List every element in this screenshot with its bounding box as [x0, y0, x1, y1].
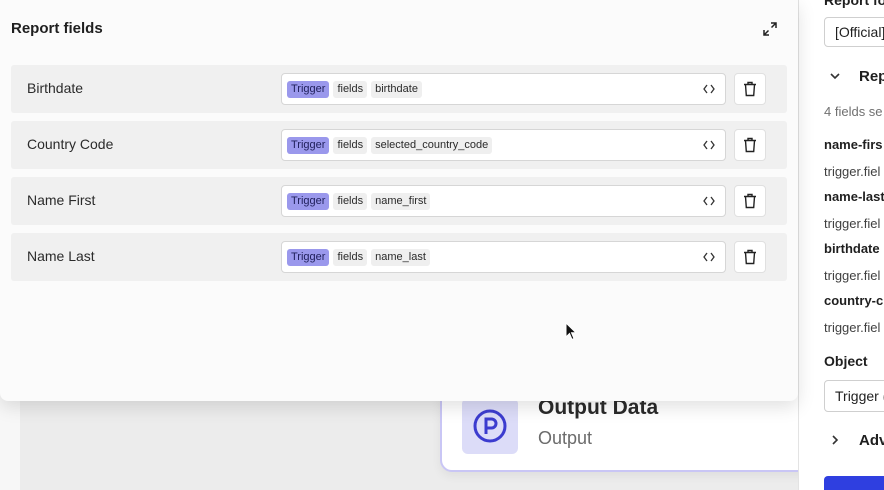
field-value-input[interactable]: Trigger fields selected_country_code	[281, 129, 726, 161]
field-value: trigger.fiel	[824, 320, 881, 335]
field-key: name-last	[824, 189, 884, 204]
trash-icon	[744, 137, 756, 153]
delete-field-button[interactable]	[734, 185, 766, 217]
modal-title: Report fields	[11, 20, 103, 37]
object-label: Object	[824, 353, 868, 369]
token-path: birthdate	[371, 80, 422, 98]
field-key: name-firs	[824, 137, 883, 152]
report-fields-section-toggle[interactable]: Rep	[824, 64, 884, 88]
field-summary: name-firs trigger.fiel	[824, 137, 883, 179]
mouse-cursor-icon	[565, 322, 578, 341]
expand-icon	[763, 22, 777, 36]
trash-icon	[744, 81, 756, 97]
code-icon	[703, 140, 715, 150]
chevron-down-icon	[829, 70, 845, 82]
field-value: trigger.fiel	[824, 164, 881, 179]
primary-button[interactable]	[824, 476, 884, 490]
properties-panel: Report fo [Official] Rep 4 fields se nam…	[798, 0, 884, 490]
report-label: Report fo	[824, 0, 884, 8]
field-summary: name-last trigger.fiel	[824, 189, 884, 231]
code-toggle-button[interactable]	[701, 249, 717, 265]
token-path: name_last	[371, 248, 430, 266]
report-fields-modal: Report fields Birthdate Trigger fields b…	[0, 0, 798, 401]
code-icon	[703, 196, 715, 206]
report-field-row: Country Code Trigger fields selected_cou…	[11, 121, 787, 169]
token-path: fields	[333, 136, 368, 154]
delete-field-button[interactable]	[734, 129, 766, 161]
token-trigger: Trigger	[287, 136, 330, 154]
token-trigger: Trigger	[287, 192, 330, 210]
token-path: selected_country_code	[371, 136, 493, 154]
field-label: Birthdate	[27, 80, 84, 96]
object-select[interactable]: Trigger (	[824, 380, 884, 412]
trash-icon	[744, 249, 756, 265]
code-icon	[703, 84, 715, 94]
chevron-right-icon	[829, 434, 845, 446]
fields-count-note: 4 fields se	[824, 104, 883, 119]
code-toggle-button[interactable]	[701, 137, 717, 153]
field-label: Name Last	[27, 248, 95, 264]
trash-icon	[744, 193, 756, 209]
token-trigger: Trigger	[287, 80, 330, 98]
token-path: fields	[333, 248, 368, 266]
field-key: birthdate	[824, 241, 880, 256]
token-path: fields	[333, 80, 368, 98]
token-path: name_first	[371, 192, 431, 210]
field-value-input[interactable]: Trigger fields name_first	[281, 185, 726, 217]
report-field-row: Name First Trigger fields name_first	[11, 177, 787, 225]
token-trigger: Trigger	[287, 248, 330, 266]
report-field-row: Name Last Trigger fields name_last	[11, 233, 787, 281]
code-toggle-button[interactable]	[701, 81, 717, 97]
report-select[interactable]: [Official]	[824, 17, 884, 47]
field-key: country-c	[824, 293, 884, 308]
delete-field-button[interactable]	[734, 73, 766, 105]
advanced-section-toggle[interactable]: Adv	[824, 428, 884, 452]
field-label: Country Code	[27, 136, 114, 152]
code-toggle-button[interactable]	[701, 193, 717, 209]
section-title: Rep	[859, 67, 884, 85]
expand-button[interactable]	[760, 19, 780, 39]
field-summary: birthdate trigger.fiel	[824, 241, 880, 283]
field-summary: country-c trigger.fiel	[824, 293, 883, 335]
field-value: trigger.fiel	[824, 268, 881, 283]
node-subtitle: Output	[538, 428, 593, 448]
delete-field-button[interactable]	[734, 241, 766, 273]
report-fields-list: Birthdate Trigger fields birthdate Count…	[11, 65, 787, 289]
advanced-title: Adv	[859, 431, 884, 449]
token-path: fields	[333, 192, 368, 210]
code-icon	[703, 252, 715, 262]
report-field-row: Birthdate Trigger fields birthdate	[11, 65, 787, 113]
field-value: trigger.fiel	[824, 216, 881, 231]
field-value-input[interactable]: Trigger fields name_last	[281, 241, 726, 273]
field-label: Name First	[27, 192, 96, 208]
field-value-input[interactable]: Trigger fields birthdate	[281, 73, 726, 105]
p-circle-icon	[462, 398, 518, 454]
